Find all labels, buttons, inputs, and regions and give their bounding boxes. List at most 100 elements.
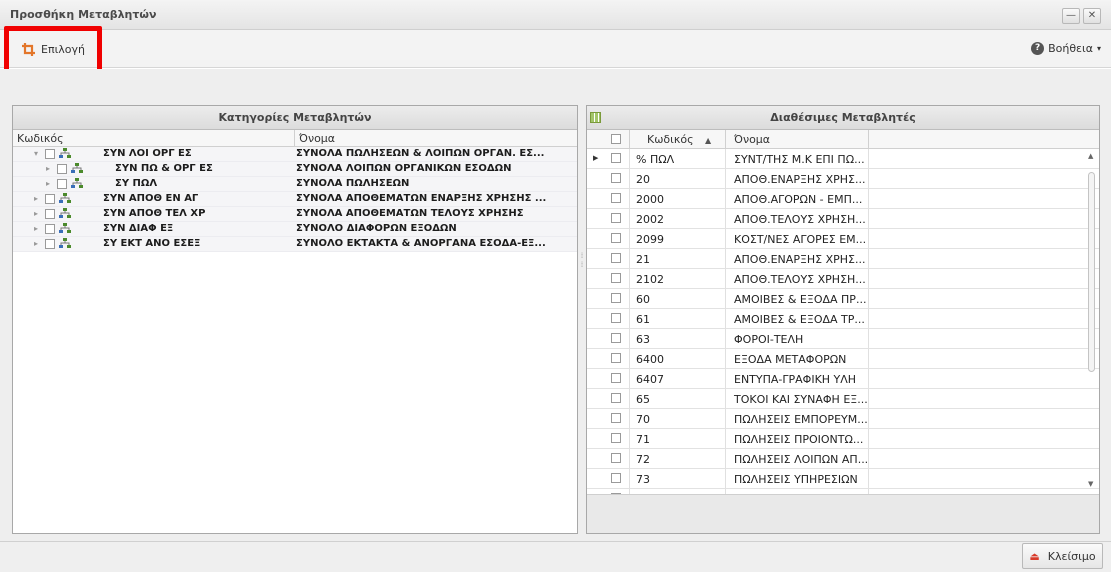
minimize-button[interactable]: — bbox=[1062, 8, 1080, 24]
tree-row[interactable]: ▾ ΣΥΝ ΛΟΙ ΟΡΓ ΕΣ ΣΥΝΟΛΑ ΠΩΛΗΣΕΩΝ & ΛΟΙΠΩΝ … bbox=[13, 147, 577, 162]
bottom-bar: ⏏ Κλείσιμο bbox=[0, 541, 1111, 572]
table-row[interactable]: ▶ % ΠΩΛ ΣΥΝΤ/ΤΗΣ Μ.Κ ΕΠΙ ΠΩ... bbox=[587, 149, 1099, 169]
table-row[interactable]: 72 ΠΩΛΗΣΕΙΣ ΛΟΙΠΩΝ ΑΠ... bbox=[587, 449, 1099, 469]
row-checkbox[interactable] bbox=[611, 473, 621, 483]
tree-name: ΣΥΝΟΛΟ ΔΙΑΦΟΡΩΝ ΕΞΟΔΩΝ bbox=[296, 223, 457, 234]
table-row[interactable]: 63 ΦΟΡΟΙ-ΤΕΛΗ bbox=[587, 329, 1099, 349]
eject-icon: ⏏ bbox=[1029, 549, 1040, 563]
cell-name: ΑΠΟΘ.ΕΝΑΡΞΗΣ ΧΡΗΣ... bbox=[725, 249, 869, 268]
table-row[interactable]: 6407 ΕΝΤΥΠΑ-ΓΡΑΦΙΚΗ ΥΛΗ bbox=[587, 369, 1099, 389]
close-button-label: Κλείσιμο bbox=[1047, 549, 1096, 563]
row-checkbox[interactable] bbox=[611, 173, 621, 183]
variables-column-headers: Κωδικός ▲ Όνομα bbox=[587, 130, 1099, 149]
table-row[interactable]: 21 ΑΠΟΘ.ΕΝΑΡΞΗΣ ΧΡΗΣ... bbox=[587, 249, 1099, 269]
tree-code: ΣΥ ΠΩΛ bbox=[115, 178, 158, 189]
cell-code: 73 bbox=[629, 469, 725, 488]
variables-panel-title: Διαθέσιμες Μεταβλητές bbox=[770, 111, 916, 124]
row-checkbox[interactable] bbox=[611, 353, 621, 363]
cell-code: 6407 bbox=[629, 369, 725, 388]
row-checkbox[interactable] bbox=[611, 413, 621, 423]
cell-name: ΑΜΟΙΒΕΣ & ΕΞΟΔΑ ΠΡ... bbox=[725, 289, 869, 308]
row-checkbox[interactable] bbox=[611, 293, 621, 303]
tree-code: ΣΥ ΕΚΤ ΑΝΟ ΕΣΕΞ bbox=[103, 238, 201, 249]
tree-row[interactable]: ▸ ΣΥΝ ΑΠΟΘ ΕΝ ΑΓ ΣΥΝΟΛΑ ΑΠΟΘΕΜΑΤΩΝ ΕΝΑΡΞΗΣ… bbox=[13, 192, 577, 207]
table-row[interactable]: 2099 ΚΟΣΤ/ΝΕΣ ΑΓΟΡΕΣ ΕΜ... bbox=[587, 229, 1099, 249]
row-checkbox[interactable] bbox=[45, 224, 55, 234]
expand-icon[interactable]: ▸ bbox=[34, 194, 38, 203]
row-checkbox[interactable] bbox=[611, 393, 621, 403]
table-row[interactable]: 73 ΠΩΛΗΣΕΙΣ ΥΠΗΡΕΣΙΩΝ bbox=[587, 469, 1099, 489]
row-checkbox[interactable] bbox=[611, 153, 621, 163]
tree-name: ΣΥΝΟΛΑ ΠΩΛΗΣΕΩΝ bbox=[296, 178, 410, 189]
tree-name: ΣΥΝΟΛΑ ΠΩΛΗΣΕΩΝ & ΛΟΙΠΩΝ ΟΡΓΑΝ. ΕΣ... bbox=[296, 148, 545, 159]
row-checkbox[interactable] bbox=[611, 193, 621, 203]
hierarchy-icon bbox=[71, 163, 83, 177]
tree-row[interactable]: ▸ ΣΥΝ ΔΙΑΦ ΕΞ ΣΥΝΟΛΟ ΔΙΑΦΟΡΩΝ ΕΞΟΔΩΝ bbox=[13, 222, 577, 237]
cell-name: ΠΩΛΗΣΕΙΣ ΥΠΗΡΕΣΙΩΝ bbox=[725, 469, 869, 488]
categories-tree: ▾ ΣΥΝ ΛΟΙ ΟΡΓ ΕΣ ΣΥΝΟΛΑ ΠΩΛΗΣΕΩΝ & ΛΟΙΠΩΝ … bbox=[13, 147, 577, 252]
hierarchy-icon bbox=[71, 178, 83, 192]
column-header-code[interactable]: Κωδικός ▲ bbox=[629, 130, 725, 149]
row-checkbox[interactable] bbox=[45, 194, 55, 204]
scroll-up-arrow[interactable]: ▲ bbox=[1088, 152, 1093, 160]
row-checkbox[interactable] bbox=[45, 149, 55, 159]
row-checkbox[interactable] bbox=[57, 164, 67, 174]
row-checkbox[interactable] bbox=[57, 179, 67, 189]
close-window-button[interactable]: ✕ bbox=[1083, 8, 1101, 24]
tree-row[interactable]: ▸ ΣΥΝ ΑΠΟΘ ΤΕΛ ΧΡ ΣΥΝΟΛΑ ΑΠΟΘΕΜΑΤΩΝ ΤΕΛΟΥΣ… bbox=[13, 207, 577, 222]
vertical-scrollbar[interactable]: ▲ ▼ bbox=[1085, 150, 1099, 490]
row-checkbox[interactable] bbox=[611, 213, 621, 223]
scroll-down-arrow[interactable]: ▼ bbox=[1088, 480, 1093, 488]
cell-name: ΑΠΟΘ.ΑΓΟΡΩΝ - ΕΜΠ... bbox=[725, 189, 869, 208]
close-button[interactable]: ⏏ Κλείσιμο bbox=[1022, 543, 1103, 569]
expand-icon[interactable]: ▸ bbox=[46, 179, 50, 188]
hierarchy-icon bbox=[59, 148, 71, 162]
row-checkbox[interactable] bbox=[45, 209, 55, 219]
highlight-box bbox=[4, 26, 102, 74]
expand-icon[interactable]: ▸ bbox=[34, 224, 38, 233]
row-checkbox[interactable] bbox=[45, 239, 55, 249]
column-header-name[interactable]: Όνομα bbox=[294, 130, 335, 147]
column-header-name[interactable]: Όνομα bbox=[725, 130, 869, 149]
collapse-icon[interactable]: ▾ bbox=[34, 149, 38, 158]
table-row[interactable]: 60 ΑΜΟΙΒΕΣ & ΕΞΟΔΑ ΠΡ... bbox=[587, 289, 1099, 309]
cell-code: 2002 bbox=[629, 209, 725, 228]
row-checkbox[interactable] bbox=[611, 433, 621, 443]
table-row[interactable]: 20 ΑΠΟΘ.ΕΝΑΡΞΗΣ ΧΡΗΣ... bbox=[587, 169, 1099, 189]
row-checkbox[interactable] bbox=[611, 453, 621, 463]
row-checkbox[interactable] bbox=[611, 233, 621, 243]
row-checkbox[interactable] bbox=[611, 373, 621, 383]
expand-icon[interactable]: ▸ bbox=[46, 164, 50, 173]
scrollbar-thumb[interactable] bbox=[1088, 172, 1095, 372]
tree-row[interactable]: ▸ ΣΥΝ ΠΩ & ΟΡΓ ΕΣ ΣΥΝΟΛΑ ΛΟΙΠΩΝ ΟΡΓΑΝΙΚΩΝ … bbox=[13, 162, 577, 177]
table-row[interactable]: 61 ΑΜΟΙΒΕΣ & ΕΞΟΔΑ ΤΡ... bbox=[587, 309, 1099, 329]
splitter-grip[interactable]: ⁞ ⁞ bbox=[579, 251, 585, 276]
row-checkbox[interactable] bbox=[611, 333, 621, 343]
expand-icon[interactable]: ▸ bbox=[34, 239, 38, 248]
row-checkbox[interactable] bbox=[611, 253, 621, 263]
sort-ascending-icon: ▲ bbox=[705, 136, 712, 145]
table-row[interactable]: 70 ΠΩΛΗΣΕΙΣ ΕΜΠΟΡΕΥΜ... bbox=[587, 409, 1099, 429]
tree-code: ΣΥΝ ΛΟΙ ΟΡΓ ΕΣ bbox=[103, 148, 192, 159]
help-label: Βοήθεια bbox=[1048, 42, 1093, 55]
row-checkbox[interactable] bbox=[611, 313, 621, 323]
table-row[interactable]: 2102 ΑΠΟΘ.ΤΕΛΟΥΣ ΧΡΗΣΗ... bbox=[587, 269, 1099, 289]
cell-name: ΕΝΤΥΠΑ-ΓΡΑΦΙΚΗ ΥΛΗ bbox=[725, 369, 869, 388]
cell-code: 2102 bbox=[629, 269, 725, 288]
grid-icon[interactable] bbox=[590, 112, 601, 123]
table-row[interactable]: 2002 ΑΠΟΘ.ΤΕΛΟΥΣ ΧΡΗΣΗ... bbox=[587, 209, 1099, 229]
tree-row[interactable]: ▸ ΣΥ ΕΚΤ ΑΝΟ ΕΣΕΞ ΣΥΝΟΛΟ ΕΚΤΑΚΤΑ & ΑΝΟΡΓΑΝ… bbox=[13, 237, 577, 252]
expand-icon[interactable]: ▸ bbox=[34, 209, 38, 218]
table-row[interactable]: 65 ΤΟΚΟΙ ΚΑΙ ΣΥΝΑΦΗ ΕΞ... bbox=[587, 389, 1099, 409]
table-row[interactable]: 2000 ΑΠΟΘ.ΑΓΟΡΩΝ - ΕΜΠ... bbox=[587, 189, 1099, 209]
row-checkbox[interactable] bbox=[611, 273, 621, 283]
help-menu[interactable]: ? Βοήθεια ▾ bbox=[1031, 42, 1101, 55]
column-header-code[interactable]: Κωδικός bbox=[17, 132, 64, 145]
tree-name: ΣΥΝΟΛΑ ΑΠΟΘΕΜΑΤΩΝ ΤΕΛΟΥΣ ΧΡΗΣΗΣ bbox=[296, 208, 524, 219]
column-header-code-label: Κωδικός bbox=[647, 133, 694, 146]
tree-code: ΣΥΝ ΑΠΟΘ ΤΕΛ ΧΡ bbox=[103, 208, 206, 219]
tree-row[interactable]: ▸ ΣΥ ΠΩΛ ΣΥΝΟΛΑ ΠΩΛΗΣΕΩΝ bbox=[13, 177, 577, 192]
table-row[interactable]: 6400 ΕΞΟΔΑ ΜΕΤΑΦΟΡΩΝ bbox=[587, 349, 1099, 369]
table-row[interactable]: 71 ΠΩΛΗΣΕΙΣ ΠΡΟΙΟΝΤΩ... bbox=[587, 429, 1099, 449]
select-all-checkbox[interactable] bbox=[611, 134, 621, 144]
